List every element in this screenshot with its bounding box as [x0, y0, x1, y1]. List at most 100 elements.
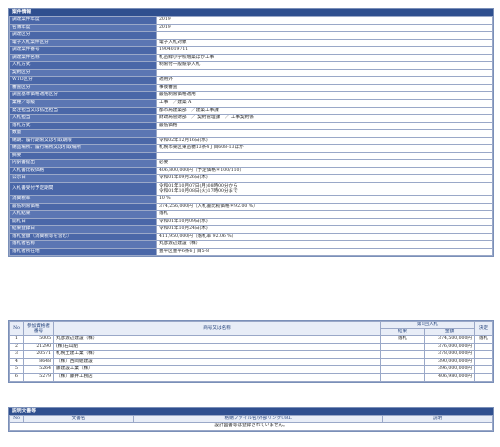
bid-name: （株）西岡組建設 — [53, 357, 381, 367]
detail-row: 業種／等級 工事 ／建築 A — [9, 99, 493, 108]
doc-col-desc: 説明 — [382, 415, 493, 423]
detail-row: 摘要 — [9, 151, 493, 161]
bid-name: 藤建設工業（株） — [53, 365, 381, 374]
detail-label: 調達案件年度 — [9, 16, 157, 25]
detail-label: 入札方式 — [9, 61, 157, 70]
detail-value: 札苗緑小学校増築ほか工事 — [156, 53, 493, 63]
detail-row: 調達案件番号 1904019711 — [9, 46, 493, 55]
documents-empty-message: 設計図書等は登録されていません。 — [9, 422, 493, 431]
detail-row: 落札方式 最低価格 — [9, 121, 493, 131]
detail-row: 審査区分 事後審査 — [9, 83, 493, 93]
detail-row: 名簿年度 2019 — [9, 23, 493, 33]
documents-panel: 説明文書等 No 文書名 格納ファイル名/外部リンクURL 説明 設計図書等は登… — [8, 407, 494, 432]
detail-value: 工事 ／建築 A — [156, 99, 493, 108]
detail-row: 最低制限価格 374,256,000円（入札書比較価格＊92.00 %） — [9, 202, 493, 212]
detail-value: 406,800,000円（予定価格＊100/110） — [156, 166, 493, 176]
detail-value: 適用外 — [156, 76, 493, 85]
bid-row: 4 8648 （株）西岡組建設 390,000,000円 — [9, 357, 493, 367]
detail-row: 入札方式 制限付一般競争入札 — [9, 61, 493, 70]
detail-label: 数量 — [9, 129, 157, 138]
col-decision: 決定 — [474, 321, 493, 336]
detail-row: 落札者所在地 豊平区豊平6条6丁目5-8 — [9, 247, 493, 257]
detail-value: 事後審査 — [156, 83, 493, 93]
detail-row: 調達区分 — [9, 31, 493, 40]
bid-result — [380, 350, 425, 359]
detail-row: 調達案件名称 札苗緑小学校増築ほか工事 — [9, 53, 493, 63]
detail-label: 最低制限価格 — [9, 202, 157, 212]
bid-result — [380, 342, 425, 352]
bid-no: 2 — [9, 342, 24, 352]
bid-bidder-no: 20571 — [23, 350, 54, 359]
bid-amount: 390,000,000円 — [424, 357, 475, 367]
detail-row: 結果登録日 令和01年10月24日(木) — [9, 225, 493, 234]
detail-label: 落札者名称 — [9, 240, 157, 249]
detail-row: 落札者名称 丸彦渡辺建設（株） — [9, 240, 493, 249]
bid-amount: 396,000,000円 — [424, 365, 475, 374]
detail-label: 開札日 — [9, 217, 157, 227]
col-bidder-no: 参加資格者番号 — [23, 321, 54, 336]
detail-value: 令和02年12月16日(水) — [156, 136, 493, 146]
detail-label: 入札担当 — [9, 114, 157, 123]
detail-label: 電子入札案件区分 — [9, 38, 157, 48]
detail-value: 最低制限価格適用 — [156, 91, 493, 100]
case-info-panel: 案件情報 調達案件年度 2019 名簿年度 2019 調達区分 電子入札案件区分 電子入札対… — [8, 8, 494, 258]
col-amount: 金額 — [424, 328, 475, 336]
detail-row: 入札書受付予定期間 令和01年10月07日(月)08時00分から 令和01年10月… — [9, 182, 493, 197]
bid-row: 3 20571 札幌土建工業（株） 378,000,000円 — [9, 350, 493, 359]
detail-value: 2019 — [156, 16, 493, 25]
detail-label: 落札者所在地 — [9, 247, 157, 257]
detail-row: 公示日 令和01年09月26日(木) — [9, 174, 493, 184]
detail-value — [156, 151, 493, 161]
bid-decision — [474, 350, 493, 359]
detail-label: 発注担当又は払出担当 — [9, 106, 157, 116]
detail-label: 調達区分 — [9, 31, 157, 40]
detail-value: 411,950,000円（落札率 92.06 %） — [156, 232, 493, 242]
bid-result — [380, 365, 425, 374]
detail-value: 2019 — [156, 23, 493, 33]
bid-bidder-no: 21290 — [23, 342, 54, 352]
bid-amount: 406,980,000円 — [424, 372, 475, 382]
detail-value: 落札 — [156, 210, 493, 219]
detail-label: 調査基準価格適用区分 — [9, 91, 157, 100]
detail-label: 契約区分 — [9, 68, 157, 78]
detail-label: 消費税率 — [9, 195, 157, 204]
detail-label: 摘要 — [9, 151, 157, 161]
detail-label: 審査区分 — [9, 83, 157, 93]
detail-row: 入札結果 落札 — [9, 210, 493, 219]
bid-no: 4 — [9, 357, 24, 367]
bid-bidder-no: 5264 — [23, 365, 54, 374]
detail-row: 納品場所、履行場所又は引取場所 札幌市東区東苗穂13条4丁目608-13ほか — [9, 144, 493, 153]
doc-col-file: 格納ファイル名/外部リンクURL — [133, 415, 383, 423]
case-info-table: 調達案件年度 2019 名簿年度 2019 調達区分 電子入札案件区分 電子入札対象 調達案件… — [9, 16, 493, 257]
bid-row: 6 5279 （株）藤井工務店 406,980,000円 — [9, 372, 493, 382]
bid-row: 1 5005 丸彦渡辺建設（株） 落札 374,500,000円 落札 — [9, 335, 493, 344]
bid-name: （株）藤井工務店 — [53, 372, 381, 382]
detail-value: 10 % — [156, 195, 493, 204]
bid-no: 6 — [9, 372, 24, 382]
detail-label: 公示日 — [9, 174, 157, 184]
detail-label: 納品場所、履行場所又は引取場所 — [9, 144, 157, 153]
detail-row: 納期、履行期限又は引取期限 令和02年12月16日(水) — [9, 136, 493, 146]
detail-value: 令和01年10月09日(水) — [156, 217, 493, 227]
detail-value: 令和01年10月24日(木) — [156, 225, 493, 234]
detail-label: 調達案件名称 — [9, 53, 157, 63]
bid-amount: 374,500,000円 — [424, 335, 475, 344]
detail-value: 必要 — [156, 159, 493, 168]
documents-table: No 文書名 格納ファイル名/外部リンクURL 説明 設計図書等は登録されていま… — [9, 415, 493, 431]
bid-row: 2 21290 (株)石山組 376,000,000円 — [9, 342, 493, 352]
col-round1: 第1回入札 — [380, 321, 475, 329]
detail-value: 令和01年10月07日(月)08時00分から 令和01年10月08日(火)17時… — [156, 182, 493, 197]
bid-name: 丸彦渡辺建設（株） — [53, 335, 381, 344]
bid-name: (株)石山組 — [53, 342, 381, 352]
col-name: 商号又は名称 — [53, 321, 381, 336]
detail-row: 調査基準価格適用区分 最低制限価格適用 — [9, 91, 493, 100]
col-result: 結果 — [380, 328, 425, 336]
bid-row: 5 5264 藤建設工業（株） 396,000,000円 — [9, 365, 493, 374]
bid-amount: 376,000,000円 — [424, 342, 475, 352]
detail-row: 数量 — [9, 129, 493, 138]
detail-value: 1904019711 — [156, 46, 493, 55]
case-info-header: 案件情報 — [9, 9, 493, 16]
detail-value: 財政局管財部 ／ 契約管理課 ／ 工事契約係 — [156, 114, 493, 123]
detail-label: 名簿年度 — [9, 23, 157, 33]
detail-value: 札幌市東区東苗穂13条4丁目608-13ほか — [156, 144, 493, 153]
